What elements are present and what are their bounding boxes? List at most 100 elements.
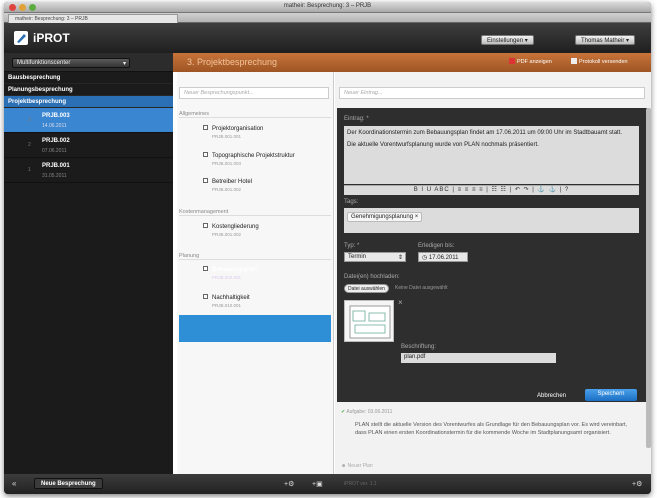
tag-chip[interactable]: Genehmigungsplanung × bbox=[347, 212, 423, 222]
pdf-label: PDF anzeigen bbox=[517, 59, 552, 65]
checkbox[interactable] bbox=[203, 223, 208, 228]
collapse-icon[interactable]: « bbox=[12, 479, 16, 488]
editor-toolbar[interactable]: B I U ABC | ≡ ≡ ≡ ≡ | ☷ ☷ | ↶ ↷ | ⚓ ⚓ | … bbox=[344, 185, 639, 195]
group-label: Allgemeines bbox=[179, 111, 331, 118]
sidebar-item-prjb001[interactable]: 1 PRJB.001 31.05.2011 bbox=[4, 158, 173, 183]
caption-input[interactable]: plan.pdf bbox=[401, 353, 556, 363]
sidebar-section-bau[interactable]: Bausbesprechung bbox=[4, 72, 173, 84]
entry-textarea[interactable]: Der Koordinationstermin zum Bebauungspla… bbox=[344, 126, 639, 184]
item-date: 31.05.2011 bbox=[42, 173, 67, 179]
tags-input[interactable]: Genehmigungsplanung × bbox=[344, 208, 639, 233]
agenda-item-code: PRJB.010.001 bbox=[212, 303, 242, 308]
sidebar-item-prjb002[interactable]: 2 PRJB.002 07.06.2011 bbox=[4, 133, 173, 158]
agenda-item-title: Bebauungsplan bbox=[212, 267, 258, 273]
agenda-item-title: Topographische Projektstruktur bbox=[212, 153, 295, 159]
agenda-item-title: Nachhaltigkeit bbox=[212, 295, 250, 301]
app-header: iPROT Einstellungen ▾ Thomas Matheir ▾ bbox=[4, 23, 651, 53]
cancel-button[interactable]: Abbrechen bbox=[537, 393, 566, 399]
agenda-item[interactable]: Nachhaltigkeit PRJB.010.001 bbox=[203, 294, 333, 308]
caption-label: Beschriftung: bbox=[401, 344, 437, 350]
sidebar-item-prjb003[interactable]: 3 PRJB.003 14.06.2011 bbox=[4, 108, 173, 133]
pdf-button[interactable]: PDF anzeigen bbox=[509, 58, 552, 67]
page-title: 3. Projektbesprechung bbox=[187, 57, 278, 67]
agenda-item[interactable]: Topographische Projektstruktur PRJB.001.0… bbox=[203, 152, 333, 166]
item-title: PRJB.001 bbox=[42, 163, 70, 169]
entry-editor: Eintrag: * Der Koordinationstermin zum B… bbox=[337, 108, 647, 402]
sidebar-top: Multifunktionscenter ▾ bbox=[4, 53, 173, 72]
checkbox[interactable] bbox=[203, 152, 208, 157]
task-header: ✔ Aufgabe: 03.06.2011 bbox=[341, 409, 392, 415]
agenda-item-code: PRJB.001.001 bbox=[212, 134, 242, 139]
new-point-input[interactable]: Neuer Besprechungspunkt... bbox=[179, 87, 329, 99]
upload-label: Datei(en) hochladen: bbox=[344, 274, 400, 280]
tag-text: Genehmigungsplanung bbox=[351, 214, 414, 220]
file-thumbnail bbox=[344, 300, 394, 342]
remove-tag-icon[interactable]: × bbox=[415, 214, 419, 220]
item-number: 1 bbox=[28, 167, 31, 173]
entry-text-1: Der Koordinationstermin zum Bebauungspla… bbox=[347, 130, 623, 136]
browser-tab[interactable]: matheir: Besprechung: 3 – PRJB bbox=[8, 14, 178, 23]
type-value: Termin bbox=[348, 254, 367, 260]
no-file-text: Keine Datei ausgewählt bbox=[395, 285, 448, 291]
item-number: 2 bbox=[28, 142, 31, 148]
sidebar: Multifunktionscenter ▾ Bausbesprechung Pl… bbox=[4, 53, 173, 474]
calendar-icon[interactable]: ◷ bbox=[422, 255, 429, 261]
user-button[interactable]: Thomas Matheir ▾ bbox=[575, 35, 636, 45]
agenda-item[interactable]: Betreiber Hotel PRJB.001.002 bbox=[203, 178, 333, 192]
send-protocol-button[interactable]: Protokoll versenden bbox=[571, 58, 628, 67]
window-title: matheir: Besprechung: 3 – PRJB bbox=[283, 3, 372, 9]
due-label: Erledigen bis: bbox=[418, 243, 455, 249]
settings-button[interactable]: Einstellungen ▾ bbox=[481, 35, 534, 45]
person-icon: ☻ bbox=[341, 463, 348, 469]
item-date: 07.06.2011 bbox=[42, 148, 67, 154]
add-entry-icon[interactable]: +⚙ bbox=[632, 480, 642, 488]
mail-icon bbox=[571, 58, 577, 64]
pdf-icon bbox=[509, 58, 515, 64]
item-number: 3 bbox=[28, 117, 31, 123]
print-icon[interactable]: +▣ bbox=[312, 480, 323, 488]
type-select[interactable]: Termin ⇕ bbox=[344, 252, 406, 262]
sidebar-section-projekt[interactable]: Projektbesprechung bbox=[4, 96, 173, 108]
group-label: Kostenmanagement bbox=[179, 209, 331, 216]
app-window: matheir: Besprechung: 3 – PRJB matheir: … bbox=[4, 2, 651, 494]
version-text: iPROT ver. 1.1 bbox=[344, 481, 377, 487]
due-date-field[interactable]: ◷ 17.06.2011 bbox=[418, 252, 468, 262]
agenda-item-title: Projektorganisation bbox=[212, 126, 264, 132]
checkbox[interactable] bbox=[203, 294, 208, 299]
agenda-item[interactable]: Kostengliederung PRJB.001.002 bbox=[203, 223, 333, 237]
tab-bar: matheir: Besprechung: 3 – PRJB bbox=[4, 13, 651, 23]
next-entry-label: Neuer Plan bbox=[347, 463, 373, 469]
new-meeting-button[interactable]: Neue Besprechung bbox=[34, 478, 103, 489]
multifunction-label: Multifunktionscenter bbox=[17, 60, 71, 66]
item-date: 14.06.2011 bbox=[42, 123, 67, 129]
app-name: iPROT bbox=[33, 31, 70, 45]
remove-file-icon[interactable]: × bbox=[398, 298, 403, 307]
scrollbar[interactable] bbox=[646, 108, 651, 448]
checkbox[interactable] bbox=[203, 125, 208, 130]
agenda-item-selected[interactable]: Bebauungsplan PRJB.002.001 bbox=[203, 266, 333, 280]
add-point-icon[interactable]: +⚙ bbox=[284, 480, 294, 488]
item-title: PRJB.002 bbox=[42, 138, 70, 144]
save-button[interactable]: Speichern bbox=[585, 389, 637, 401]
project-header: 3. Projektbesprechung PDF anzeigen Proto… bbox=[173, 53, 651, 72]
settings-label: Einstellungen bbox=[487, 38, 524, 44]
checkbox[interactable] bbox=[203, 266, 208, 271]
agenda-list: Neuer Besprechungspunkt... Allgemeines P… bbox=[177, 72, 334, 474]
checkbox[interactable] bbox=[203, 178, 208, 183]
due-value: 17.06.2011 bbox=[428, 255, 459, 261]
new-entry-input[interactable]: Neuer Eintrag... bbox=[339, 87, 645, 99]
entry-label: Eintrag: * bbox=[344, 116, 369, 122]
task-date: Aufgabe: 03.06.2011 bbox=[346, 409, 393, 415]
user-label: Thomas Matheir bbox=[581, 38, 625, 44]
tags-label: Tags: bbox=[344, 199, 359, 205]
multifunction-select[interactable]: Multifunktionscenter ▾ bbox=[12, 58, 130, 68]
sidebar-section-planung[interactable]: Planungsbesprechung bbox=[4, 84, 173, 96]
agenda-item[interactable]: Projektorganisation PRJB.001.001 bbox=[203, 125, 333, 139]
choose-file-button[interactable]: Datei auswählen bbox=[344, 284, 389, 293]
type-label: Typ: * bbox=[344, 243, 360, 249]
agenda-item-code: PRJB.001.002 bbox=[212, 232, 242, 237]
title-bar: matheir: Besprechung: 3 – PRJB bbox=[4, 2, 651, 13]
send-label: Protokoll versenden bbox=[579, 59, 628, 65]
entry-text-2: Die aktuelle Vorentwurfsplanung wurde vo… bbox=[347, 142, 539, 148]
agenda-item-title: Betreiber Hotel bbox=[212, 179, 253, 185]
